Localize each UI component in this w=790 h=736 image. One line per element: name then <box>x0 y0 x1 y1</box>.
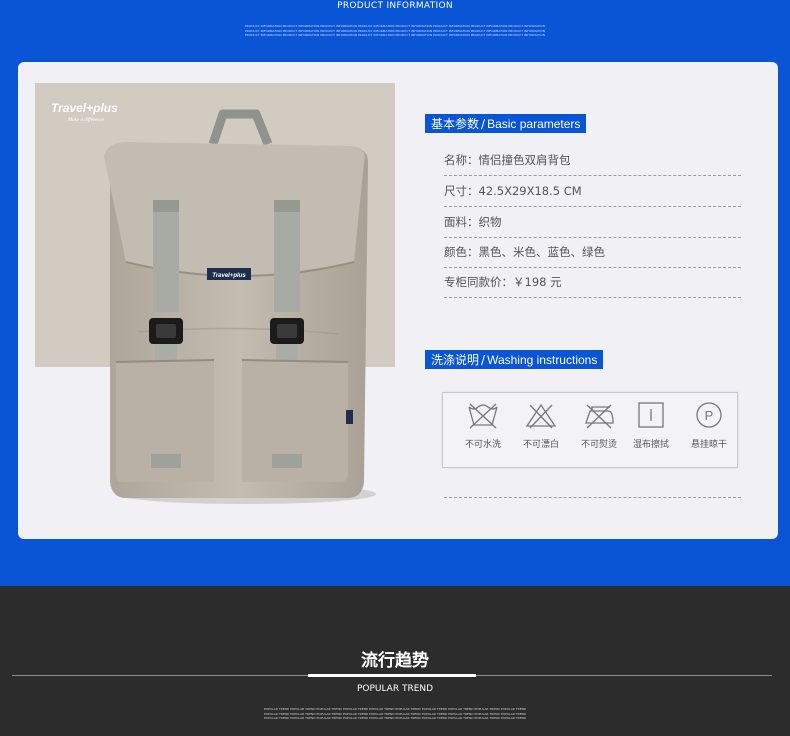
wet-wipe-icon <box>638 402 664 428</box>
backpack-illustration: Travel+plus <box>104 109 376 504</box>
param-row-colors: 颜色：黑色、米色、蓝色、绿色 <box>444 237 741 268</box>
wash-label: 不可漂白 <box>522 440 559 450</box>
product-card: Travel+plus Make a difference Travel+plu… <box>18 62 778 539</box>
wash-label: 不可水洗 <box>464 440 501 450</box>
no-iron-icon <box>585 404 614 429</box>
wash-item: 湿布擦拭 <box>623 401 679 450</box>
svg-text:P: P <box>705 408 714 423</box>
brand-tag: Travel+plus <box>212 273 246 279</box>
no-bleach-icon <box>525 403 557 429</box>
washing-icons-box: 不可水洗 不可漂白 不可熨烫 湿布擦拭 P 悬挂晾干 <box>442 392 738 468</box>
heading-cn: 洗涤说明 <box>431 353 480 367</box>
fine-print: POPULAR TREND POPULAR TREND POPULAR TREN… <box>263 707 527 711</box>
heading-en: Washing instructions <box>487 352 598 367</box>
wash-label: 湿布擦拭 <box>632 440 669 450</box>
trend-subtitle: POPULAR TREND <box>356 684 434 694</box>
divider <box>444 497 741 498</box>
param-row-name: 名称：情侣撞色双肩背包 <box>444 145 741 176</box>
hang-dry-icon: P <box>696 402 722 428</box>
wash-item: 不可水洗 <box>455 401 511 450</box>
product-info-section: PRODUCT INFORMATION PRODUCT INFORMATION … <box>0 0 790 586</box>
param-row-price: 专柜同款价：￥198 元 <box>444 267 741 298</box>
param-row-fabric: 面料：织物 <box>444 207 741 238</box>
heading-separator: / <box>481 116 486 131</box>
divider-accent <box>308 674 476 677</box>
wash-label: 悬挂晾干 <box>690 440 727 450</box>
heading-separator: / <box>481 352 486 367</box>
wash-label: 不可熨烫 <box>580 440 617 450</box>
popular-trend-section: 流行趋势 POPULAR TREND POPULAR TREND POPULAR… <box>0 586 790 736</box>
fine-print: PRODUCT INFORMATION PRODUCT INFORMATION … <box>244 33 546 37</box>
basic-parameters-heading: 基本参数 / Basic parameters <box>425 114 587 133</box>
section-title: PRODUCT INFORMATION <box>337 1 453 11</box>
wash-item: 不可漂白 <box>513 401 569 450</box>
fine-print: PRODUCT INFORMATION PRODUCT INFORMATION … <box>244 24 546 28</box>
no-wash-icon <box>468 403 498 429</box>
heading-en: Basic parameters <box>487 116 581 131</box>
washing-instructions-heading: 洗涤说明 / Washing instructions <box>425 350 604 369</box>
wash-item: P 悬挂晾干 <box>681 401 737 450</box>
heading-cn: 基本参数 <box>431 117 480 131</box>
fine-print: POPULAR TREND POPULAR TREND POPULAR TREN… <box>263 716 527 720</box>
wash-item: 不可熨烫 <box>571 401 627 450</box>
trend-title: 流行趋势 <box>361 651 429 671</box>
param-row-size: 尺寸：42.5X29X18.5 CM <box>444 176 741 207</box>
